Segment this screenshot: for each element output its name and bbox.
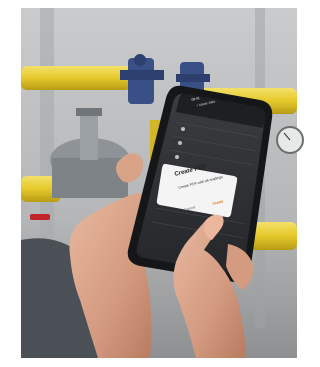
red-valve-handle xyxy=(30,214,50,220)
photo-scene xyxy=(21,8,304,358)
pressure-gauge xyxy=(276,126,304,154)
